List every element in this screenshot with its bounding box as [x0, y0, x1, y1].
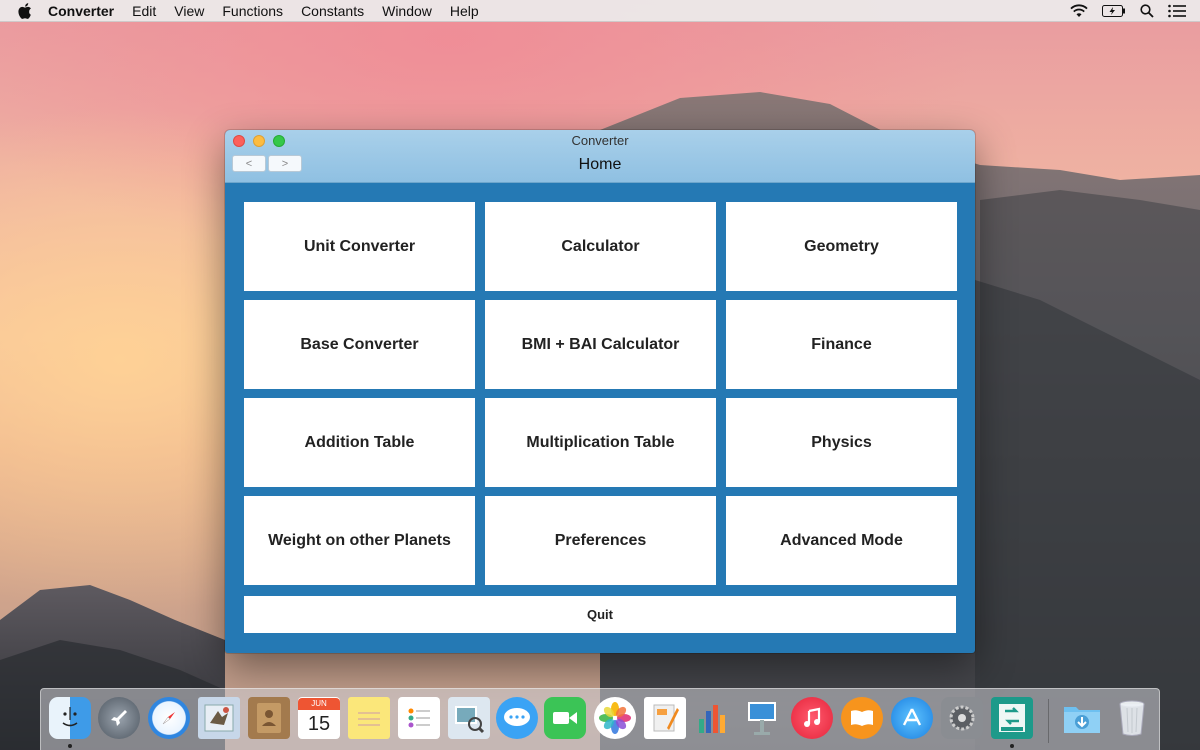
photos-icon[interactable]: [594, 697, 636, 739]
base-converter-button[interactable]: Base Converter: [244, 300, 475, 389]
keynote-icon[interactable]: [741, 697, 783, 739]
converter-running-indicator: [1010, 744, 1014, 748]
window-titlebar[interactable]: Converter < > Home: [225, 130, 975, 183]
quit-button[interactable]: Quit: [244, 596, 956, 633]
geometry-button[interactable]: Geometry: [726, 202, 957, 291]
calendar-month: JUN: [298, 698, 340, 710]
facetime-icon[interactable]: [544, 697, 586, 739]
feature-grid: Unit Converter Calculator Geometry Base …: [244, 202, 957, 585]
menu-help[interactable]: Help: [450, 3, 479, 19]
page-title: Home: [578, 156, 622, 173]
unit-converter-button[interactable]: Unit Converter: [244, 202, 475, 291]
menu-app-name[interactable]: Converter: [48, 3, 114, 19]
multiplication-table-button[interactable]: Multiplication Table: [485, 398, 716, 487]
dock: JUN 15: [40, 688, 1160, 750]
weight-on-other-planets-button[interactable]: Weight on other Planets: [244, 496, 475, 585]
trash-icon[interactable]: [1111, 697, 1153, 739]
app-store-icon[interactable]: [891, 697, 933, 739]
notes-icon[interactable]: [348, 697, 390, 739]
notification-center-icon[interactable]: [1168, 4, 1186, 18]
menu-window[interactable]: Window: [382, 3, 432, 19]
apple-menu-icon[interactable]: [18, 2, 34, 19]
addition-table-button[interactable]: Addition Table: [244, 398, 475, 487]
safari-icon[interactable]: [148, 697, 190, 739]
preview-icon[interactable]: [448, 697, 490, 739]
wifi-icon[interactable]: [1070, 4, 1088, 18]
menu-view[interactable]: View: [174, 3, 204, 19]
advanced-mode-button[interactable]: Advanced Mode: [726, 496, 957, 585]
reminders-icon[interactable]: [398, 697, 440, 739]
battery-icon[interactable]: [1102, 5, 1126, 17]
downloads-folder-icon[interactable]: [1061, 697, 1103, 739]
spotlight-icon[interactable]: [1140, 4, 1154, 18]
calendar-day: 15: [307, 713, 331, 735]
menu-bar: Converter Edit View Functions Constants …: [0, 0, 1200, 22]
system-preferences-icon[interactable]: [941, 697, 983, 739]
menu-functions[interactable]: Functions: [222, 3, 283, 19]
itunes-icon[interactable]: [791, 697, 833, 739]
finder-running-indicator: [68, 744, 72, 748]
finder-icon[interactable]: [49, 697, 91, 739]
physics-button[interactable]: Physics: [726, 398, 957, 487]
messages-icon[interactable]: [496, 697, 538, 739]
calculator-button[interactable]: Calculator: [485, 202, 716, 291]
window-title: Converter: [571, 133, 629, 148]
menu-constants[interactable]: Constants: [301, 3, 364, 19]
finance-button[interactable]: Finance: [726, 300, 957, 389]
status-area: [1070, 0, 1186, 22]
pages-icon[interactable]: [644, 697, 686, 739]
dock-separator: [1048, 699, 1049, 743]
numbers-icon[interactable]: [692, 697, 734, 739]
bmi-bai-calculator-button[interactable]: BMI + BAI Calculator: [485, 300, 716, 389]
launchpad-icon[interactable]: [98, 697, 140, 739]
converter-icon[interactable]: [991, 697, 1033, 739]
converter-window: Converter < > Home Unit Converter Calcul…: [225, 130, 975, 653]
menu-edit[interactable]: Edit: [132, 3, 156, 19]
ibooks-icon[interactable]: [841, 697, 883, 739]
contacts-icon[interactable]: [248, 697, 290, 739]
mail-icon[interactable]: [198, 697, 240, 739]
calendar-icon[interactable]: JUN 15: [298, 697, 340, 739]
preferences-button[interactable]: Preferences: [485, 496, 716, 585]
